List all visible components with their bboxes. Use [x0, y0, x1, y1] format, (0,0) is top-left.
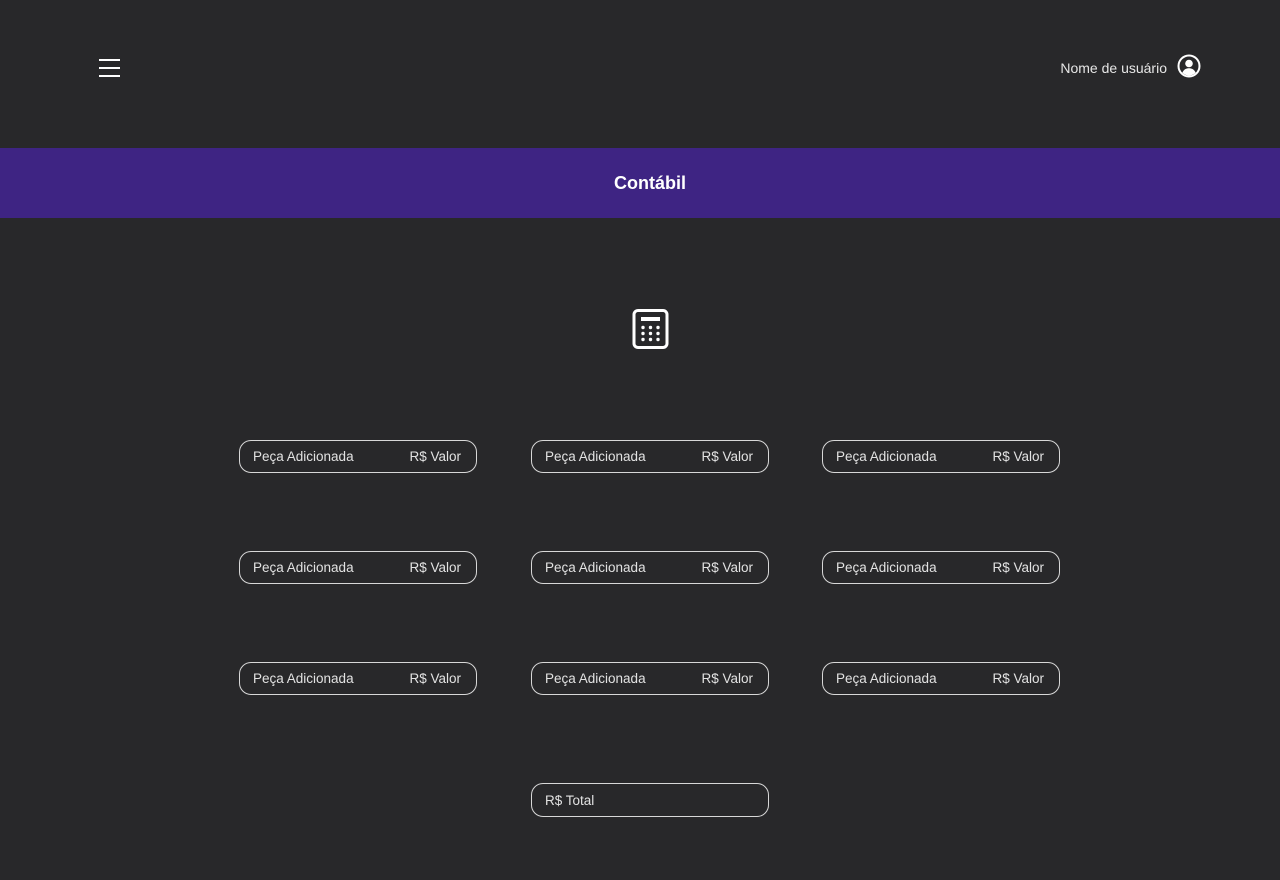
- part-name: Peça Adicionada: [836, 560, 937, 575]
- part-field[interactable]: Peça Adicionada R$ Valor: [239, 551, 477, 584]
- hamburger-menu-icon[interactable]: [96, 55, 124, 81]
- part-field[interactable]: Peça Adicionada R$ Valor: [822, 551, 1060, 584]
- part-name: Peça Adicionada: [545, 449, 646, 464]
- user-menu[interactable]: Nome de usuário: [1060, 54, 1201, 83]
- part-value: R$ Valor: [992, 560, 1044, 575]
- part-name: Peça Adicionada: [836, 671, 937, 686]
- part-field[interactable]: Peça Adicionada R$ Valor: [822, 662, 1060, 695]
- part-name: Peça Adicionada: [545, 671, 646, 686]
- part-field[interactable]: Peça Adicionada R$ Valor: [531, 440, 769, 473]
- part-value: R$ Valor: [992, 671, 1044, 686]
- total-field[interactable]: R$ Total: [531, 783, 769, 817]
- part-value: R$ Valor: [701, 560, 753, 575]
- part-name: Peça Adicionada: [253, 560, 354, 575]
- part-value: R$ Valor: [409, 449, 461, 464]
- user-avatar-icon[interactable]: [1177, 54, 1201, 83]
- part-field[interactable]: Peça Adicionada R$ Valor: [239, 440, 477, 473]
- top-bar: Nome de usuário: [0, 0, 1280, 148]
- part-value: R$ Valor: [701, 671, 753, 686]
- part-name: Peça Adicionada: [253, 671, 354, 686]
- total-label: R$ Total: [545, 792, 595, 808]
- page-title: Contábil: [614, 172, 686, 193]
- part-field[interactable]: Peça Adicionada R$ Valor: [822, 440, 1060, 473]
- part-value: R$ Valor: [701, 449, 753, 464]
- part-field[interactable]: Peça Adicionada R$ Valor: [531, 551, 769, 584]
- section-banner: Contábil: [0, 148, 1280, 218]
- part-field[interactable]: Peça Adicionada R$ Valor: [239, 662, 477, 695]
- user-name: Nome de usuário: [1060, 60, 1167, 76]
- part-name: Peça Adicionada: [836, 449, 937, 464]
- calculator-icon: [632, 309, 670, 349]
- part-value: R$ Valor: [992, 449, 1044, 464]
- part-name: Peça Adicionada: [253, 449, 354, 464]
- part-field[interactable]: Peça Adicionada R$ Valor: [531, 662, 769, 695]
- part-value: R$ Valor: [409, 671, 461, 686]
- part-name: Peça Adicionada: [545, 560, 646, 575]
- part-value: R$ Valor: [409, 560, 461, 575]
